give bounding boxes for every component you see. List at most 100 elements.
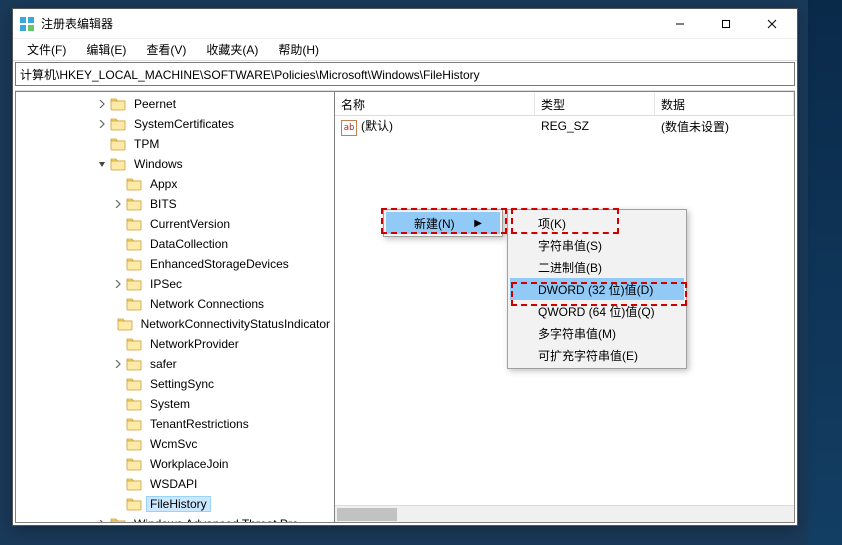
tree-item[interactable]: DataCollection [16, 234, 334, 254]
tree-item[interactable]: NetworkConnectivityStatusIndicator [16, 314, 334, 334]
folder-icon [126, 476, 142, 492]
address-path: 计算机\HKEY_LOCAL_MACHINE\SOFTWARE\Policies… [20, 66, 480, 83]
address-bar[interactable]: 计算机\HKEY_LOCAL_MACHINE\SOFTWARE\Policies… [15, 62, 795, 86]
new-submenu-item[interactable]: 可扩充字符串值(E) [510, 344, 684, 366]
chevron-down-icon[interactable] [96, 158, 108, 170]
tree-item-label: WSDAPI [146, 476, 201, 492]
menu-help[interactable]: 帮助(H) [268, 39, 329, 60]
tree-item-label: NetworkProvider [146, 336, 243, 352]
folder-icon [126, 416, 142, 432]
tree-item[interactable]: CurrentVersion [16, 214, 334, 234]
folder-icon [126, 356, 142, 372]
folder-icon [110, 116, 126, 132]
folder-icon [110, 516, 126, 523]
tree-item[interactable]: Network Connections [16, 294, 334, 314]
tree-item[interactable]: IPSec [16, 274, 334, 294]
chevron-right-icon[interactable] [112, 278, 124, 290]
submenu-item-label: 项(K) [538, 215, 566, 232]
col-name[interactable]: 名称 [335, 92, 535, 115]
tree-item[interactable]: Windows [16, 154, 334, 174]
list-hscrollbar[interactable] [335, 505, 794, 522]
tree-item-label: System [146, 396, 194, 412]
new-submenu-item[interactable]: 二进制值(B) [510, 256, 684, 278]
value-name: (默认) [361, 119, 393, 133]
scrollbar-thumb[interactable] [337, 508, 397, 521]
tree-item[interactable]: safer [16, 354, 334, 374]
maximize-button[interactable] [703, 9, 749, 39]
context-menu: 新建(N) ▶ [383, 209, 503, 237]
tree-item[interactable]: TenantRestrictions [16, 414, 334, 434]
new-submenu-item[interactable]: 多字符串值(M) [510, 322, 684, 344]
tree-item[interactable]: Appx [16, 174, 334, 194]
chevron-right-icon[interactable] [96, 98, 108, 110]
menu-fav[interactable]: 收藏夹(A) [196, 39, 268, 60]
tree-item[interactable]: WSDAPI [16, 474, 334, 494]
tree-item-label: Network Connections [146, 296, 268, 312]
folder-icon [126, 276, 142, 292]
chevron-right-icon[interactable] [96, 118, 108, 130]
tree-item-label: safer [146, 356, 181, 372]
registry-editor-window: 注册表编辑器 文件(F) 编辑(E) 查看(V) 收藏夹(A) 帮助(H) 计算… [12, 8, 798, 526]
menu-file[interactable]: 文件(F) [17, 39, 76, 60]
submenu-item-label: QWORD (64 位)值(Q) [538, 303, 655, 320]
submenu-item-label: 多字符串值(M) [538, 325, 616, 342]
menu-view[interactable]: 查看(V) [136, 39, 196, 60]
tree-item-label: DataCollection [146, 236, 232, 252]
value-row[interactable]: ab(默认)REG_SZ(数值未设置) [335, 116, 794, 136]
folder-icon [126, 396, 142, 412]
tree-item[interactable]: Windows Advanced Threat Pro... [16, 514, 334, 523]
expander-placeholder [112, 478, 124, 490]
new-submenu-item[interactable]: 字符串值(S) [510, 234, 684, 256]
tree-item[interactable]: WorkplaceJoin [16, 454, 334, 474]
new-submenu-item[interactable]: DWORD (32 位)值(D) [510, 278, 684, 300]
folder-icon [110, 96, 126, 112]
context-menu-new[interactable]: 新建(N) ▶ [386, 212, 500, 234]
tree-item[interactable]: System [16, 394, 334, 414]
tree-item[interactable]: FileHistory [16, 494, 334, 514]
tree-item[interactable]: BITS [16, 194, 334, 214]
folder-icon [126, 256, 142, 272]
folder-icon [126, 336, 142, 352]
key-tree: Peernet SystemCertificates TPM WindowsAppx B… [16, 92, 334, 523]
close-button[interactable] [749, 9, 795, 39]
submenu-item-label: DWORD (32 位)值(D) [538, 281, 653, 298]
tree-item-label: SystemCertificates [130, 116, 238, 132]
tree-item[interactable]: WcmSvc [16, 434, 334, 454]
col-type[interactable]: 类型 [535, 92, 655, 115]
minimize-button[interactable] [657, 9, 703, 39]
folder-icon [126, 296, 142, 312]
tree-item[interactable]: TPM [16, 134, 334, 154]
expander-placeholder [112, 218, 124, 230]
chevron-right-icon[interactable] [96, 518, 108, 523]
expander-placeholder [112, 318, 115, 330]
chevron-right-icon[interactable] [112, 198, 124, 210]
expander-placeholder [112, 378, 124, 390]
new-submenu-item[interactable]: 项(K) [510, 212, 684, 234]
chevron-right-icon[interactable] [112, 358, 124, 370]
tree-item-label: EnhancedStorageDevices [146, 256, 293, 272]
tree-item[interactable]: NetworkProvider [16, 334, 334, 354]
folder-icon [110, 136, 126, 152]
tree-item-label: BITS [146, 196, 181, 212]
tree-pane[interactable]: Peernet SystemCertificates TPM WindowsAppx B… [15, 91, 335, 523]
menu-edit[interactable]: 编辑(E) [76, 39, 136, 60]
tree-item-label: FileHistory [146, 496, 211, 512]
tree-item-label: TPM [130, 136, 163, 152]
tree-item[interactable]: SettingSync [16, 374, 334, 394]
expander-placeholder [112, 238, 124, 250]
folder-icon [126, 456, 142, 472]
expander-placeholder [112, 458, 124, 470]
folder-icon [126, 376, 142, 392]
new-submenu-item[interactable]: QWORD (64 位)值(Q) [510, 300, 684, 322]
titlebar: 注册表编辑器 [13, 9, 797, 39]
submenu-item-label: 二进制值(B) [538, 259, 602, 276]
col-data[interactable]: 数据 [655, 92, 794, 115]
expander-placeholder [112, 438, 124, 450]
chevron-right-icon: ▶ [474, 218, 482, 229]
tree-item[interactable]: SystemCertificates [16, 114, 334, 134]
context-menu-new-label: 新建(N) [414, 215, 455, 232]
expander-placeholder [112, 398, 124, 410]
tree-item[interactable]: EnhancedStorageDevices [16, 254, 334, 274]
value-type-cell: REG_SZ [535, 117, 655, 135]
tree-item[interactable]: Peernet [16, 94, 334, 114]
